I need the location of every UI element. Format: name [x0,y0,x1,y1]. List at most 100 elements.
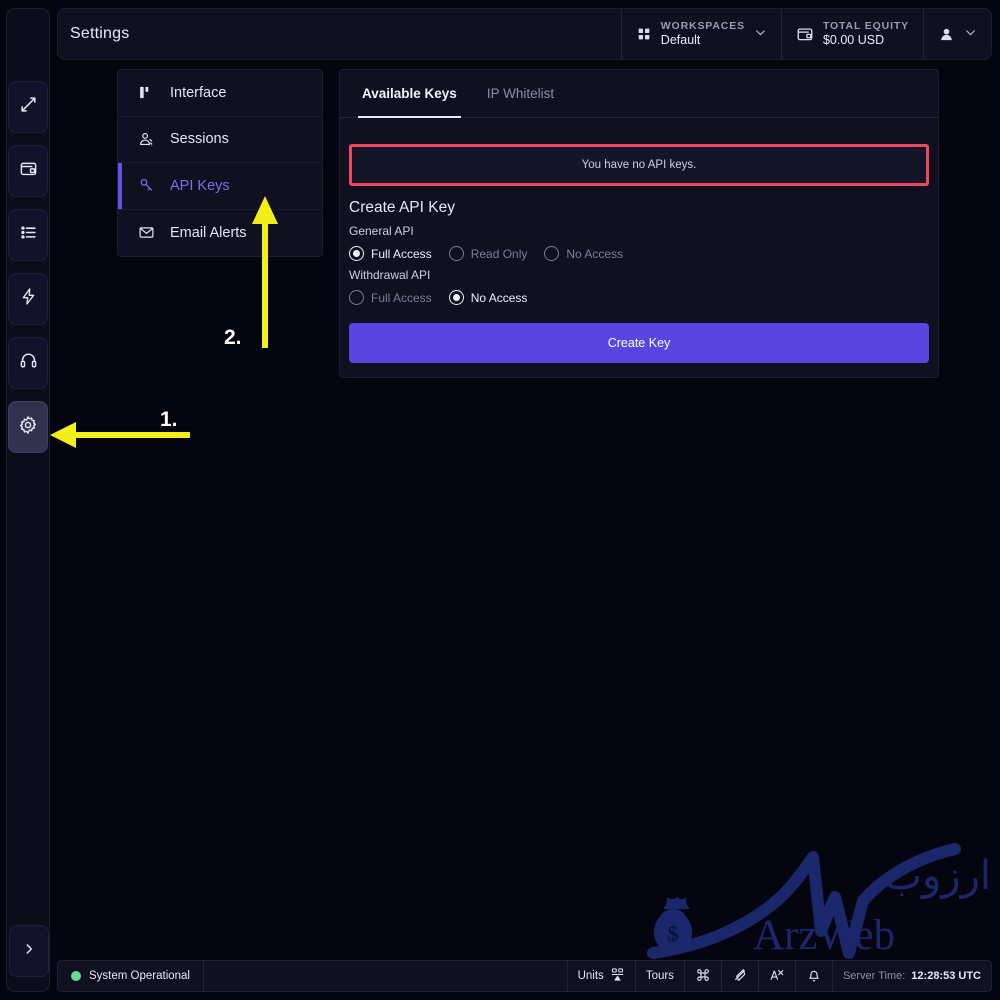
radio-general-full-access[interactable]: Full Access [349,246,432,261]
sidebar-item-label: Sessions [170,131,229,148]
workspaces-selector[interactable]: WORKSPACES Default [620,9,781,59]
units-toggle[interactable]: Units [566,961,635,991]
create-api-key-title: Create API Key [349,199,455,216]
radio-dot-icon [544,246,560,261]
user-icon [938,26,955,43]
rail-item-wallet[interactable] [8,145,48,197]
radio-withdrawal-no-access[interactable]: No Access [448,290,528,305]
radio-dot-icon [448,246,464,261]
panel-tabs: Available Keys IP Whitelist [340,70,938,118]
sidebar-item-sessions[interactable]: Sessions [118,116,322,163]
sidebar-item-label: Interface [170,84,227,101]
chevron-right-icon [22,942,36,961]
create-key-button[interactable]: Create Key [349,323,929,363]
sidebar-item-label: API Keys [170,177,230,194]
watermark-farsi: ارزوب [884,853,991,899]
general-api-radio-group: Full Access Read Only No Access [349,246,938,261]
bell-notification-icon [806,967,822,986]
withdrawal-api-radio-group: Full Access No Access [349,290,938,305]
general-api-label: General API [349,224,414,238]
radio-label: Full Access [371,246,432,261]
tab-label: IP Whitelist [486,86,555,101]
sidebar-item-label: Email Alerts [170,224,247,241]
language-translate-icon [769,967,785,986]
page-title: Settings [70,25,130,42]
rail-item-settings[interactable] [8,401,48,453]
radio-dot-icon [349,290,364,305]
sidebar-item-email-alerts[interactable]: Email Alerts [118,209,322,256]
total-equity-value: $0.00 USD [822,32,885,47]
theme-ink-icon [732,967,748,986]
radio-withdrawal-full-access[interactable]: Full Access [349,290,432,305]
headset-icon [19,351,38,375]
account-menu[interactable] [923,9,991,59]
left-rail [6,8,50,992]
key-icon [138,177,156,194]
radio-dot-icon [448,290,464,305]
list-icon [19,223,38,247]
system-status[interactable]: System Operational [58,961,204,991]
units-icon [610,967,625,985]
money-bag-icon: $ [653,897,693,951]
system-status-label: System Operational [89,970,190,982]
rail-expand-button[interactable] [9,925,49,977]
watermark: $ ارزوب ArzWeb [635,835,995,970]
status-bar: System Operational Units Tours Server Ti… [57,960,992,992]
svg-text:$: $ [668,921,679,946]
watermark-graphic: $ [647,843,961,959]
radio-label: Full Access [371,290,432,305]
grid-icon [636,26,652,42]
total-equity-display[interactable]: TOTAL EQUITY $0.00 USD [780,9,923,59]
tours-button[interactable]: Tours [634,961,684,991]
empty-keys-message: You have no API keys. [581,159,697,171]
create-key-label: Create Key [607,336,671,350]
rail-item-trade[interactable] [8,81,48,133]
language-button[interactable] [757,961,795,991]
layout-icon [138,84,156,101]
gear-icon [18,415,38,440]
annotation-number-2: 2. [224,326,242,349]
wallet-icon [796,25,814,43]
user-sessions-icon [138,131,156,148]
tab-label: Available Keys [362,86,457,101]
watermark-latin: ArzWeb [753,912,896,959]
rail-item-orders[interactable] [8,209,48,261]
radio-dot-icon [349,246,364,261]
transfer-arrows-icon [19,95,38,119]
workspaces-label: WORKSPACES [660,19,745,32]
tab-ip-whitelist[interactable]: IP Whitelist [483,70,558,117]
annotation-number-1: 1. [160,408,178,431]
command-shortcut-icon [695,967,711,986]
lightning-icon [19,287,38,311]
empty-keys-notice: You have no API keys. [349,144,929,186]
total-equity-label: TOTAL EQUITY [822,19,909,32]
withdrawal-api-label: Withdrawal API [349,268,431,282]
sidebar-item-api-keys[interactable]: API Keys [118,163,322,210]
radio-general-read-only[interactable]: Read Only [448,246,528,261]
radio-label: No Access [470,290,528,305]
units-label: Units [577,970,604,982]
radio-label: Read Only [470,246,528,261]
rail-item-rewards[interactable] [8,273,48,325]
sidebar-item-interface[interactable]: Interface [118,70,322,117]
status-bar-right: Units Tours Server Time: 12:28:53 UTC [566,961,991,991]
annotation-arrow-1 [50,422,190,448]
keyboard-shortcuts-button[interactable] [683,961,721,991]
notifications-button[interactable] [794,961,832,991]
header-right-group: WORKSPACES Default TOTAL EQUITY $0.00 US… [620,9,991,59]
radio-label: No Access [566,246,624,261]
tab-available-keys[interactable]: Available Keys [358,70,461,118]
theme-button[interactable] [720,961,758,991]
server-time-value: 12:28:53 UTC [911,970,981,982]
workspaces-value: Default [660,32,701,47]
envelope-icon [138,224,156,241]
app-root: Settings WORKSPACES Default TOTAL EQUITY… [0,0,1000,1000]
tours-label: Tours [645,970,674,982]
settings-nav: Interface Sessions API Keys Email Alerts [117,69,323,257]
top-header: Settings WORKSPACES Default TOTAL EQUITY… [57,8,992,60]
api-keys-panel: Available Keys IP Whitelist You have no … [339,69,939,378]
chevron-down-icon [754,26,767,42]
server-time: Server Time: 12:28:53 UTC [831,961,991,991]
radio-general-no-access[interactable]: No Access [544,246,623,261]
rail-item-support[interactable] [8,337,48,389]
